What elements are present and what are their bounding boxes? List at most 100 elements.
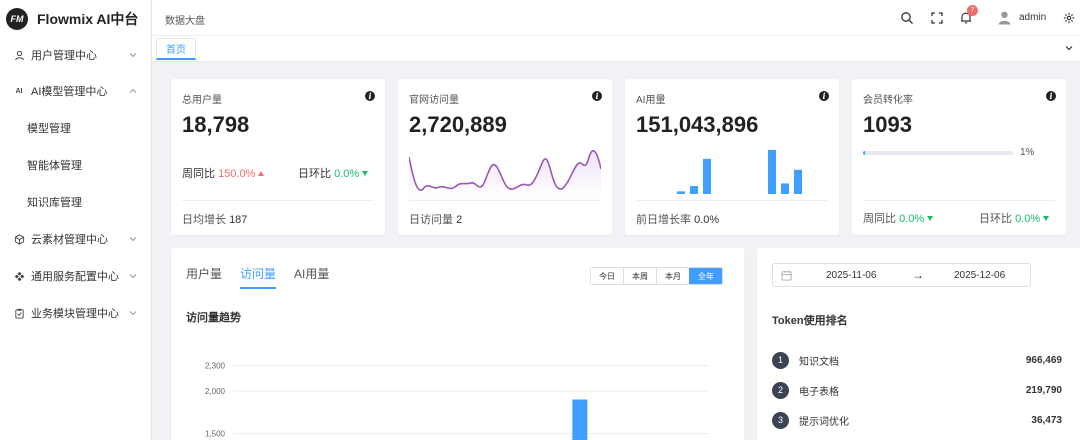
chevron-down-icon bbox=[129, 237, 137, 242]
day-compare-value: 0.0% bbox=[1015, 213, 1041, 225]
ranking-row: 1 知识文档 966,469 bbox=[772, 351, 1062, 369]
info-icon[interactable]: i bbox=[819, 91, 829, 101]
progress-fill bbox=[863, 151, 865, 155]
sidebar-item-label: 业务模块管理中心 bbox=[31, 308, 119, 320]
breadcrumb[interactable]: 数据大盘 bbox=[165, 12, 205, 27]
rank-name: 知识文档 bbox=[799, 356, 839, 368]
sidebar-item-model-management[interactable]: 模型管理 bbox=[0, 116, 152, 140]
stat-value: 18,798 bbox=[182, 112, 250, 137]
footer-value: 2 bbox=[456, 214, 463, 226]
ranking-title: Token使用排名 bbox=[772, 315, 848, 327]
chevron-up-icon bbox=[129, 88, 137, 93]
search-icon[interactable] bbox=[900, 11, 914, 25]
arrow-right-icon: → bbox=[912, 268, 924, 282]
ai-usage-bar bbox=[794, 169, 802, 194]
stat-card-total-users: 总用户量 i 18,798 周同比 150.0% 日环比 0.0% 日均增长 1… bbox=[171, 79, 385, 235]
ai-usage-bar bbox=[703, 158, 711, 194]
info-icon[interactable]: i bbox=[1046, 91, 1056, 101]
footer-label: 日访问量 bbox=[409, 214, 453, 226]
week-compare: 周同比 0.0% bbox=[863, 210, 934, 226]
sidebar-item-user-management[interactable]: 用户管理中心 bbox=[0, 43, 152, 67]
ai-usage-bar bbox=[768, 150, 776, 194]
stat-title: AI用量 bbox=[636, 95, 666, 106]
cube-icon bbox=[13, 233, 25, 245]
fullscreen-icon[interactable] bbox=[930, 11, 944, 25]
chevron-down-icon bbox=[129, 53, 137, 58]
rank-name: 电子表格 bbox=[799, 386, 839, 398]
week-compare-label: 周同比 bbox=[182, 168, 215, 180]
chevron-down-icon[interactable] bbox=[1064, 43, 1074, 53]
info-icon[interactable]: i bbox=[592, 91, 602, 101]
stat-title: 官网访问量 bbox=[409, 95, 459, 106]
tabs-bar: 首页 bbox=[152, 36, 1080, 62]
ranking-row: 2 电子表格 219,790 bbox=[772, 381, 1062, 399]
stat-footer: 日访问量 2 bbox=[409, 211, 462, 227]
stat-card-conversion: 会员转化率 i 1093 1% 周同比 0.0% 日环比 0.0% bbox=[852, 79, 1066, 235]
sidebar-item-label: 智能体管理 bbox=[27, 160, 82, 172]
ranking-row: 3 提示词优化 36,473 bbox=[772, 411, 1062, 429]
chevron-down-icon bbox=[129, 311, 137, 316]
footer-label: 日均增长 bbox=[182, 214, 226, 226]
stat-title: 会员转化率 bbox=[863, 95, 913, 106]
arrow-down-icon bbox=[362, 171, 369, 176]
week-compare-value: 0.0% bbox=[899, 213, 925, 225]
sidebar-item-label: 通用服务配置中心 bbox=[31, 271, 119, 283]
gear-icon[interactable] bbox=[1063, 12, 1075, 24]
divider bbox=[863, 200, 1055, 201]
sidebar-item-agent-management[interactable]: 智能体管理 bbox=[0, 153, 152, 177]
user-name[interactable]: admin bbox=[1019, 12, 1046, 23]
stat-card-site-visits: 官网访问量 i 2,720,889 日访问量 2 bbox=[398, 79, 612, 235]
trend-bar[interactable] bbox=[572, 399, 588, 440]
week-compare-value: 150.0% bbox=[218, 168, 256, 180]
sidebar-item-cloud-assets[interactable]: 云素材管理中心 bbox=[0, 227, 152, 251]
notification-badge: 7 bbox=[967, 5, 978, 16]
divider bbox=[636, 200, 828, 201]
logo[interactable]: FM Flowmix AI中台 bbox=[0, 0, 151, 38]
avatar[interactable] bbox=[997, 10, 1012, 25]
stat-footer: 前日增长率 0.0% bbox=[636, 211, 719, 227]
stat-value: 2,720,889 bbox=[409, 112, 507, 137]
ai-usage-bar bbox=[677, 191, 685, 194]
rank-number: 1 bbox=[772, 351, 789, 369]
date-end[interactable]: 2025-12-06 bbox=[954, 270, 1005, 281]
rank-value: 36,473 bbox=[1031, 414, 1062, 426]
week-compare: 周同比 150.0% bbox=[182, 165, 265, 181]
ai-usage-bar bbox=[781, 183, 789, 194]
divider bbox=[409, 200, 601, 201]
calendar-icon bbox=[781, 270, 792, 281]
date-range-picker[interactable]: 2025-11-06 → 2025-12-06 bbox=[772, 263, 1031, 287]
y-tick-label: 2,300 bbox=[205, 362, 226, 371]
user-icon bbox=[13, 49, 25, 61]
arrow-down-icon bbox=[1043, 216, 1050, 221]
date-start[interactable]: 2025-11-06 bbox=[826, 270, 876, 281]
token-ranking-card: 2025-11-06 → 2025-12-06 Token使用排名 1 知识文档… bbox=[757, 248, 1080, 440]
y-tick-label: 1,500 bbox=[205, 430, 226, 439]
sidebar-item-ai-model-management[interactable]: AI AI模型管理中心 bbox=[0, 79, 152, 103]
trend-chart: 2,300 2,000 1,500 bbox=[205, 362, 709, 440]
chevron-down-icon bbox=[129, 274, 137, 279]
stat-title: 总用户量 bbox=[182, 95, 222, 106]
sidebar-item-business-modules[interactable]: 业务模块管理中心 bbox=[0, 301, 152, 325]
top-bar: 数据大盘 7 admin bbox=[152, 0, 1080, 36]
day-compare: 日环比 0.0% bbox=[979, 210, 1050, 226]
sidebar-item-label: AI模型管理中心 bbox=[31, 86, 108, 98]
day-compare: 日环比 0.0% bbox=[298, 165, 369, 181]
progress-label: 1% bbox=[1020, 147, 1035, 158]
sidebar-item-knowledge-base[interactable]: 知识库管理 bbox=[0, 190, 152, 214]
sidebar: FM Flowmix AI中台 用户管理中心 AI AI模型管理中心 模型管理 … bbox=[0, 0, 152, 440]
rank-value: 966,469 bbox=[1025, 354, 1062, 366]
grid-icon bbox=[13, 270, 25, 282]
stat-value: 151,043,896 bbox=[636, 112, 759, 137]
tab-home[interactable]: 首页 bbox=[156, 38, 196, 60]
sidebar-item-label: 云素材管理中心 bbox=[31, 234, 108, 246]
sidebar-item-general-services[interactable]: 通用服务配置中心 bbox=[0, 264, 152, 288]
stat-card-ai-usage: AI用量 i 151,043,896 前日增长率 0.0% bbox=[625, 79, 839, 235]
day-compare-value: 0.0% bbox=[334, 168, 360, 180]
logo-mark: FM bbox=[6, 8, 28, 30]
day-compare-label: 日环比 bbox=[979, 213, 1012, 225]
conversion-progress bbox=[863, 151, 1013, 155]
arrow-down-icon bbox=[927, 216, 934, 221]
footer-value: 187 bbox=[229, 214, 248, 226]
week-compare-label: 周同比 bbox=[863, 213, 896, 225]
info-icon[interactable]: i bbox=[365, 91, 375, 101]
